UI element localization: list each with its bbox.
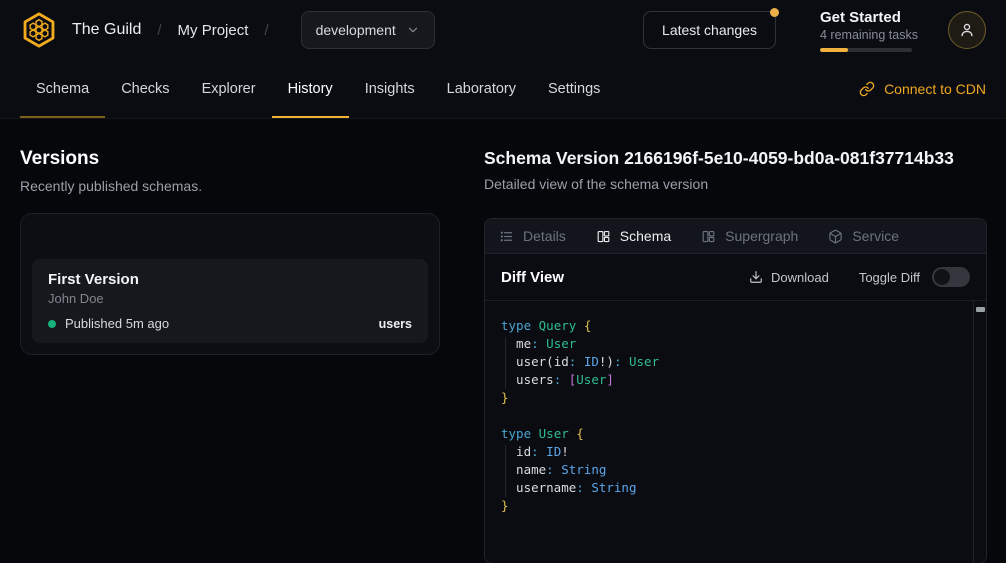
version-list-item[interactable]: First Version John Doe Published 5m ago … bbox=[32, 259, 428, 343]
tab-label: Supergraph bbox=[725, 228, 798, 244]
diff-view-actions: Download Toggle Diff bbox=[749, 267, 970, 287]
download-label: Download bbox=[771, 270, 829, 285]
latest-changes-label: Latest changes bbox=[662, 22, 757, 38]
nav-tab-checks[interactable]: Checks bbox=[105, 60, 185, 118]
published-status-dot bbox=[48, 320, 56, 328]
breadcrumb-org[interactable]: The Guild bbox=[72, 21, 141, 39]
code-line: me: User bbox=[501, 335, 956, 353]
nav-tab-insights[interactable]: Insights bbox=[349, 60, 431, 118]
code-line: username: String bbox=[501, 479, 956, 497]
version-status-row: Published 5m ago users bbox=[48, 316, 412, 331]
tab-schema[interactable]: Schema bbox=[596, 228, 671, 244]
columns-icon bbox=[596, 229, 611, 244]
version-detail-subtitle: Detailed view of the schema version bbox=[484, 175, 987, 193]
code-block[interactable]: type Query { me: User user(id: ID!): Use… bbox=[485, 301, 986, 527]
code-scrollbar[interactable] bbox=[973, 301, 986, 563]
tab-details[interactable]: Details bbox=[499, 228, 566, 244]
versions-title: Versions bbox=[20, 147, 440, 170]
schema-view-panel: Details Schema Supergr bbox=[484, 218, 987, 563]
nav-tab-label: History bbox=[288, 81, 333, 97]
toggle-diff-switch[interactable] bbox=[932, 267, 970, 287]
code-line: name: String bbox=[501, 461, 956, 479]
diff-view-header: Diff View Download Toggle Diff bbox=[485, 254, 986, 301]
nav-tab-label: Laboratory bbox=[447, 81, 516, 97]
nav-tab-label: Settings bbox=[548, 81, 600, 97]
nav-tab-label: Checks bbox=[121, 81, 169, 97]
versions-subtitle: Recently published schemas. bbox=[20, 177, 440, 195]
code-line: } bbox=[501, 389, 956, 407]
tab-label: Details bbox=[523, 228, 566, 244]
tab-indicator bbox=[272, 116, 349, 118]
versions-card: First Version John Doe Published 5m ago … bbox=[20, 213, 440, 355]
nav-tab-list: Schema Checks Explorer History Insights … bbox=[20, 60, 616, 118]
get-started-widget[interactable]: Get Started 4 remaining tasks bbox=[820, 9, 912, 52]
connect-to-cdn-link[interactable]: Connect to CDN bbox=[859, 60, 986, 118]
diff-view-title: Diff View bbox=[501, 269, 564, 286]
breadcrumb-project[interactable]: My Project bbox=[178, 22, 249, 39]
code-line: id: ID! bbox=[501, 443, 956, 461]
version-author: John Doe bbox=[48, 291, 412, 306]
connect-to-cdn-label: Connect to CDN bbox=[884, 81, 986, 97]
tab-label: Schema bbox=[620, 228, 671, 244]
nav-tab-settings[interactable]: Settings bbox=[532, 60, 616, 118]
code-line: type User { bbox=[501, 425, 956, 443]
code-line bbox=[501, 407, 956, 425]
versions-panel: Versions Recently published schemas. Fir… bbox=[0, 119, 460, 563]
nav-tab-explorer[interactable]: Explorer bbox=[186, 60, 272, 118]
code-line: user(id: ID!): User bbox=[501, 353, 956, 371]
breadcrumb-separator: / bbox=[157, 22, 161, 39]
nav-tab-history[interactable]: History bbox=[272, 60, 349, 118]
version-detail-panel: Schema Version 2166196f-5e10-4059-bd0a-0… bbox=[460, 119, 1006, 563]
chevron-down-icon bbox=[406, 23, 420, 37]
indent-guide bbox=[505, 337, 506, 389]
latest-changes-button[interactable]: Latest changes bbox=[643, 11, 776, 49]
nav-tab-label: Schema bbox=[36, 81, 89, 97]
code-line: type Query { bbox=[501, 317, 956, 335]
tab-supergraph[interactable]: Supergraph bbox=[701, 228, 798, 244]
version-status: Published 5m ago bbox=[65, 316, 169, 331]
nav-tab-label: Insights bbox=[365, 81, 415, 97]
tab-indicator bbox=[20, 116, 105, 118]
top-bar-right: Latest changes Get Started 4 remaining t… bbox=[643, 9, 986, 52]
nav-tab-label: Explorer bbox=[202, 81, 256, 97]
version-name: First Version bbox=[48, 271, 412, 288]
version-detail-title: Schema Version 2166196f-5e10-4059-bd0a-0… bbox=[484, 147, 987, 169]
get-started-subtitle: 4 remaining tasks bbox=[820, 28, 912, 42]
schema-code-area: type Query { me: User user(id: ID!): Use… bbox=[485, 301, 986, 563]
cube-icon bbox=[828, 229, 843, 244]
link-icon bbox=[859, 81, 875, 97]
code-line: users: [User] bbox=[501, 371, 956, 389]
person-icon bbox=[958, 21, 976, 39]
toggle-diff-label: Toggle Diff bbox=[859, 270, 920, 285]
download-icon bbox=[749, 270, 763, 284]
notification-dot bbox=[770, 8, 779, 17]
breadcrumb-separator: / bbox=[264, 22, 268, 39]
main-content: Versions Recently published schemas. Fir… bbox=[0, 119, 1006, 563]
get-started-progress-fill bbox=[820, 48, 848, 52]
tab-service[interactable]: Service bbox=[828, 228, 899, 244]
download-button[interactable]: Download bbox=[749, 270, 829, 285]
get-started-progressbar bbox=[820, 48, 912, 52]
nav-tab-laboratory[interactable]: Laboratory bbox=[431, 60, 532, 118]
code-line: } bbox=[501, 497, 956, 515]
list-icon bbox=[499, 229, 514, 244]
target-selector-dropdown[interactable]: development bbox=[301, 11, 435, 49]
target-selector-value: development bbox=[316, 22, 396, 38]
switch-knob bbox=[934, 269, 950, 285]
user-avatar-button[interactable] bbox=[948, 11, 986, 49]
nav-tab-schema[interactable]: Schema bbox=[20, 60, 105, 118]
tab-label: Service bbox=[852, 228, 899, 244]
primary-nav: Schema Checks Explorer History Insights … bbox=[0, 60, 1006, 119]
version-service-badge: users bbox=[379, 317, 412, 331]
hive-logo-icon[interactable] bbox=[20, 11, 58, 49]
indent-guide bbox=[505, 445, 506, 497]
code-scrollbar-thumb[interactable] bbox=[976, 307, 985, 312]
get-started-title: Get Started bbox=[820, 9, 912, 26]
detail-tab-list: Details Schema Supergr bbox=[485, 219, 986, 254]
columns-icon bbox=[701, 229, 716, 244]
top-bar: The Guild / My Project / development Lat… bbox=[0, 0, 1006, 60]
